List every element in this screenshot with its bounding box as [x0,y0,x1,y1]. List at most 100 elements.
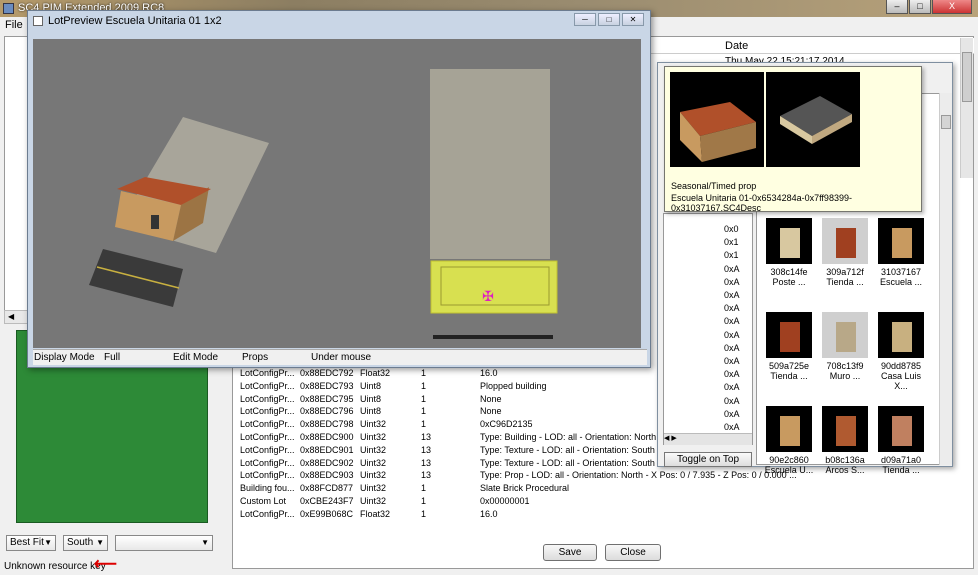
thumbnail-scrollbar[interactable] [939,93,952,465]
prop-id: 309a712f [826,267,864,277]
list-vertical-scrollbar[interactable] [960,38,973,178]
prop-tooltip: Seasonal/Timed prop Escuela Unitaria 01-… [664,66,922,213]
prop-thumbnail[interactable]: 509a725e Tienda ... [761,312,817,381]
table-row[interactable]: LotConfigPr... 0xE99B068C Float32 1 16.0 [236,509,656,522]
prop-thumbnail[interactable]: 31037167 Escuela ... [873,218,929,287]
prop-name: Tienda ... [770,371,808,381]
table-cell-id: 0x88EDC793 [300,380,354,391]
tree-item[interactable]: 0xA [724,264,740,274]
prop-preview-building [670,72,764,167]
orientation-select-value: South [67,537,94,548]
tree-item[interactable]: 0x0 [724,224,739,234]
tree-item[interactable]: 0x1 [724,250,739,260]
tooltip-prop-type: Seasonal/Timed prop [671,181,757,191]
tree-item[interactable]: 0x1 [724,237,739,247]
tree-item[interactable]: 0xA [724,330,740,340]
table-row[interactable]: LotConfigPr... 0x88EDC792 Float32 1 16.0 [236,368,656,381]
table-row[interactable]: LotConfigPr... 0x88EDC900 Uint32 13 Type: Bu… [236,432,688,445]
prop-image [822,312,868,358]
table-cell-value: 0xC96D2135 [480,419,533,430]
prop-thumbnail[interactable]: 708c13f9 Muro ... [817,312,873,381]
window-icon [33,16,43,26]
tree-item[interactable]: 0xA [724,343,740,353]
prop-thumbnail[interactable]: 90dd8785 Casa Luis X... [873,312,929,391]
tree-item[interactable]: 0xA [724,316,740,326]
table-cell-value: None [480,406,502,417]
prop-thumbnail[interactable]: 309a712f Tienda ... [817,218,873,287]
maximize-button[interactable]: □ [598,13,620,26]
extra-select[interactable]: ▼ [115,535,213,551]
prop-id: 509a725e [768,361,810,371]
tree-item[interactable]: 0xA [724,290,740,300]
prop-thumbnail[interactable]: b08c136a Arcos S... [817,406,873,475]
prop-thumbnail[interactable]: 90e2c860 Escuela U... [761,406,817,475]
tree-item[interactable]: 0xA [724,382,740,392]
table-row[interactable]: LotConfigPr... 0x88EDC901 Uint32 13 Type: Te… [236,444,687,458]
lot-render: ✠ [89,69,558,339]
tree-item[interactable]: 0xA [724,303,740,313]
table-cell-rep: 1 [421,496,427,506]
scrollbar-thumb[interactable] [941,115,951,129]
table-cell-rep: 13 [421,432,432,442]
chevron-down-icon: ▼ [44,538,52,547]
zoom-select[interactable]: Best Fit ▼ [6,535,56,551]
tree-item[interactable]: 0xA [724,369,740,379]
table-row[interactable]: LotConfigPr... 0x88EDC902 Uint32 13 Type: Te… [236,457,687,471]
prop-thumbnail[interactable]: d09a71a0 Tienda ... [873,406,929,475]
table-cell-value: 0x00000001 [480,496,530,506]
prop-image [878,406,924,452]
table-row[interactable]: Building fou... 0x88FCD877 Uint32 1 Slate Br… [236,483,656,496]
minimize-button[interactable]: ─ [574,13,596,26]
table-cell-id: 0x88EDC901 [300,444,354,455]
save-button[interactable]: Save [543,544,597,561]
table-cell-id: 0x88FCD877 [300,483,354,494]
tree-item[interactable]: 0xA [724,356,740,366]
date-column-header[interactable]: Date [725,40,748,52]
table-row[interactable]: LotConfigPr... 0x88EDC796 Uint8 1 None [236,406,656,419]
tree-item[interactable]: 0xA [724,396,740,406]
table-row[interactable]: LotConfigPr... 0x88EDC798 Uint32 1 0xC96D213… [236,419,656,432]
under-mouse-label: Under mouse [311,352,372,363]
tree-item[interactable]: 0xA [724,277,740,287]
scrollbar-thumb[interactable] [962,52,972,102]
prop-image [766,406,812,452]
close-window-button[interactable]: X [932,0,972,14]
table-cell-id: 0x88EDC795 [300,393,354,404]
table-cell-name: LotConfigPr... [240,419,295,430]
menu-file[interactable]: File [5,19,23,31]
table-cell-value: Type: Texture - LOD: all - Orientation: … [480,444,687,455]
chevron-down-icon: ▼ [201,538,209,547]
display-mode-label: Display Mode [34,352,95,363]
table-cell-id: 0x88EDC792 [300,368,354,378]
prop-name: Poste ... [772,277,806,287]
prop-tree[interactable]: 0x0 0x1 0x1 0xA 0xA 0xA 0xA 0xA 0xA 0xA 0xA 0xA 0xA 0… [663,213,753,445]
table-cell-id: 0xCBE243F7 [300,496,354,506]
close-button[interactable]: Close [605,544,661,561]
table-cell-type: Uint8 [360,393,382,404]
prop-id: 90e2c860 [769,455,809,465]
tree-horizontal-scrollbar[interactable]: ◀ ▶ [664,433,752,445]
table-row[interactable]: Custom Lot 0xCBE243F7 Uint32 1 0x00000001 [236,496,656,509]
toggle-on-top-button[interactable]: Toggle on Top [664,452,752,467]
table-cell-type: Uint32 [360,419,387,430]
zoom-select-value: Best Fit [10,537,44,548]
table-row[interactable]: LotConfigPr... 0x88EDC795 Uint8 1 None [236,394,656,407]
close-icon[interactable]: ✕ [622,13,644,26]
tree-item[interactable]: 0xA [724,422,740,432]
table-cell-id: 0x88EDC798 [300,419,354,430]
table-cell-name: LotConfigPr... [240,380,295,391]
lot-ground-top [430,69,550,259]
table-cell-rep: 1 [421,380,427,391]
lot-3d-canvas[interactable]: ✠ [33,39,641,348]
table-row[interactable]: LotConfigPr... 0x88EDC903 Uint32 13 Type: Pr… [236,470,797,483]
prop-thumbnail[interactable]: 308c14fe Poste ... [761,218,817,287]
orientation-select[interactable]: South ▼ [63,535,108,551]
table-cell-rep: 13 [421,457,432,468]
prop-name: Tienda ... [826,277,864,287]
maximize-button[interactable]: □ [909,0,931,14]
tree-item[interactable]: 0xA [724,409,740,419]
minimize-button[interactable]: – [886,0,908,14]
prop-image [766,218,812,264]
table-row[interactable]: LotConfigPr... 0x88EDC793 Uint8 1 Plopped bu… [236,381,656,394]
table-cell-type: Uint32 [360,496,387,506]
